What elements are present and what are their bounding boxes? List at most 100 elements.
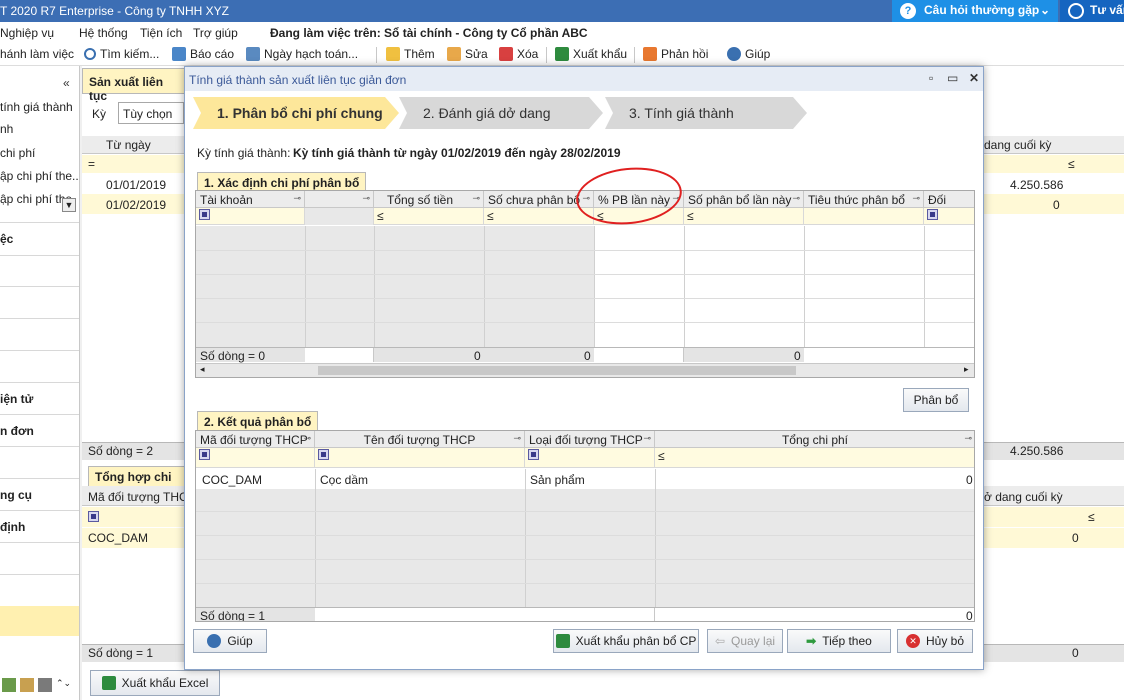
export-excel-button[interactable]: Xuất khẩu Excel	[90, 670, 220, 696]
step-3-label[interactable]: 3. Tính giá thành	[629, 97, 734, 129]
column-closing[interactable]: dang cuối kỳ	[984, 138, 1051, 152]
filter-operator[interactable]: ≤	[687, 209, 694, 223]
module-icon[interactable]	[2, 678, 16, 692]
more-icon[interactable]: ⌃⌄	[56, 678, 71, 696]
pin-icon[interactable]: ⊸	[513, 433, 521, 444]
filter-operator[interactable]: ≤	[1088, 510, 1095, 524]
allocate-button[interactable]: Phân bổ	[903, 388, 969, 412]
pin-icon[interactable]: ⊸	[582, 193, 590, 204]
row-date[interactable]: 01/02/2019	[106, 198, 166, 212]
nav-item[interactable]: ập chi phí the...	[0, 169, 79, 183]
column-object-type[interactable]: Loại đối tượng THCP ⊸	[525, 431, 655, 448]
toolbar-feedback[interactable]: Phản hồi	[643, 47, 708, 61]
faq-button[interactable]: ? Câu hỏi thường gặp ⌄	[892, 0, 1058, 22]
column-object-code[interactable]: Mã đối tượng THCP ⊸	[196, 431, 315, 448]
pin-icon[interactable]: ⊸	[472, 193, 480, 204]
consult-button[interactable]: Tư vấn	[1060, 0, 1124, 22]
column-total-amount[interactable]: Tổng số tiền ⊸	[374, 191, 484, 208]
tab-continuous-production[interactable]: Sản xuất liên tục	[82, 68, 186, 103]
nav-item[interactable]: chi phí	[0, 146, 35, 160]
export-allocation-button[interactable]: Xuất khẩu phân bổ CP	[553, 629, 699, 653]
minimize-icon[interactable]: ▫	[929, 71, 933, 85]
filter-operator[interactable]: ≤	[658, 449, 665, 463]
filter-checkbox[interactable]	[528, 449, 539, 460]
filter-checkbox[interactable]	[88, 511, 99, 522]
column-object-name[interactable]: Tên đối tượng THCP ⊸	[315, 431, 525, 448]
filter-checkbox[interactable]	[318, 449, 329, 460]
close-icon[interactable]: ✕	[969, 71, 979, 85]
filter-cell[interactable]	[924, 208, 974, 225]
column-object[interactable]: Đối	[924, 191, 974, 208]
nav-item[interactable]: nh	[0, 122, 13, 136]
horizontal-scrollbar[interactable]: ◂ ▸	[196, 363, 974, 377]
pin-icon[interactable]: ⊸	[643, 433, 651, 444]
next-button[interactable]: ➡ Tiếp theo	[787, 629, 891, 653]
toolbar-help[interactable]: Giúp	[727, 47, 770, 61]
filter-cell[interactable]	[196, 208, 305, 225]
toolbar-search[interactable]: Tìm kiếm...	[84, 47, 159, 61]
nav-item[interactable]: tính giá thành	[0, 100, 73, 114]
table-row[interactable]: COC_DAM Cọc dầm Sản phẩm 0	[196, 469, 974, 489]
row-object-type[interactable]: Sản phẩm	[530, 473, 585, 487]
toolbar-edit[interactable]: Sửa	[447, 47, 488, 61]
filter-operator[interactable]: =	[88, 157, 95, 171]
nav-section[interactable]: n đơn	[0, 424, 34, 438]
collapse-icon[interactable]: «	[63, 76, 70, 90]
maximize-icon[interactable]: ▭	[947, 71, 958, 85]
filter-checkbox[interactable]	[927, 209, 938, 220]
filter-cell[interactable]: ≤	[374, 208, 484, 225]
column-allocation-percent[interactable]: % PB lần này ⊸	[594, 191, 684, 208]
column-account[interactable]: Tài khoản ⊸	[196, 191, 305, 208]
toolbar-add[interactable]: Thêm	[386, 47, 435, 61]
menu-nghiep-vu[interactable]: Nghiệp vụ	[0, 26, 54, 40]
menu-tien-ich[interactable]: Tiện ích	[140, 26, 182, 40]
menu-tro-giup[interactable]: Trợ giúp	[193, 26, 238, 40]
nav-section[interactable]: ng cụ	[0, 488, 32, 502]
pin-icon[interactable]: ⊸	[362, 193, 370, 204]
summary-row-code[interactable]: COC_DAM	[88, 531, 148, 545]
pin-icon[interactable]: ⊸	[964, 433, 972, 444]
nav-selected-item[interactable]	[0, 606, 79, 636]
row-amount[interactable]: 4.250.586	[1010, 178, 1063, 192]
row-date[interactable]: 01/01/2019	[106, 178, 166, 192]
filter-operator[interactable]: ≤	[597, 209, 604, 223]
pin-icon[interactable]: ⊸	[912, 193, 920, 204]
module-icon[interactable]	[20, 678, 34, 692]
summary-row-value[interactable]: 0	[1072, 531, 1079, 545]
row-object-name[interactable]: Cọc dầm	[320, 473, 368, 487]
scroll-thumb[interactable]	[318, 366, 796, 375]
toolbar-delete[interactable]: Xóa	[499, 47, 538, 61]
row-object-code[interactable]: COC_DAM	[202, 473, 262, 487]
filter-operator[interactable]: ≤	[1068, 157, 1075, 171]
column-allocation-basis[interactable]: Tiêu thức phân bổ ⊸	[804, 191, 924, 208]
filter-cell[interactable]	[525, 448, 655, 468]
scroll-left-icon[interactable]: ◂	[200, 364, 205, 375]
step-1-label[interactable]: 1. Phân bổ chi phí chung	[217, 97, 383, 129]
filter-cell[interactable]: ≤	[684, 208, 804, 225]
row-amount[interactable]: 0	[1053, 198, 1060, 212]
cancel-button[interactable]: ✕ Hủy bỏ	[897, 629, 973, 653]
pin-icon[interactable]: ⊸	[303, 433, 311, 444]
filter-cell[interactable]: ≤	[594, 208, 684, 225]
column-total-cost[interactable]: Tổng chi phí ⊸	[655, 431, 974, 448]
nav-section[interactable]: iện tử	[0, 392, 33, 406]
row-total-cost[interactable]: 0	[966, 473, 973, 487]
toolbar-report[interactable]: Báo cáo	[172, 47, 234, 61]
step-2-label[interactable]: 2. Đánh giá dở dang	[423, 97, 551, 129]
dropdown-arrow-icon[interactable]: ▼	[62, 198, 76, 212]
filter-cell[interactable]: ≤	[484, 208, 594, 225]
pin-icon[interactable]: ⊸	[792, 193, 800, 204]
column-unallocated[interactable]: Số chưa phân bổ ⊸	[484, 191, 594, 208]
filter-cell[interactable]	[305, 208, 374, 225]
filter-checkbox[interactable]	[199, 449, 210, 460]
column-closing[interactable]: ở dang cuối kỳ	[984, 490, 1063, 504]
filter-checkbox[interactable]	[199, 209, 210, 220]
nav-section[interactable]: ệc	[0, 232, 13, 246]
menu-he-thong[interactable]: Hệ thống	[79, 26, 128, 40]
toolbar-export[interactable]: Xuất khẩu	[555, 47, 627, 61]
toolbar-posting-date[interactable]: Ngày hạch toán...	[246, 47, 358, 61]
column-allocation-amount[interactable]: Số phân bổ lần này ⊸	[684, 191, 804, 208]
chevron-down-icon[interactable]: ⌄	[1040, 3, 1050, 17]
filter-cell[interactable]	[804, 208, 924, 225]
scroll-right-icon[interactable]: ▸	[964, 364, 969, 375]
